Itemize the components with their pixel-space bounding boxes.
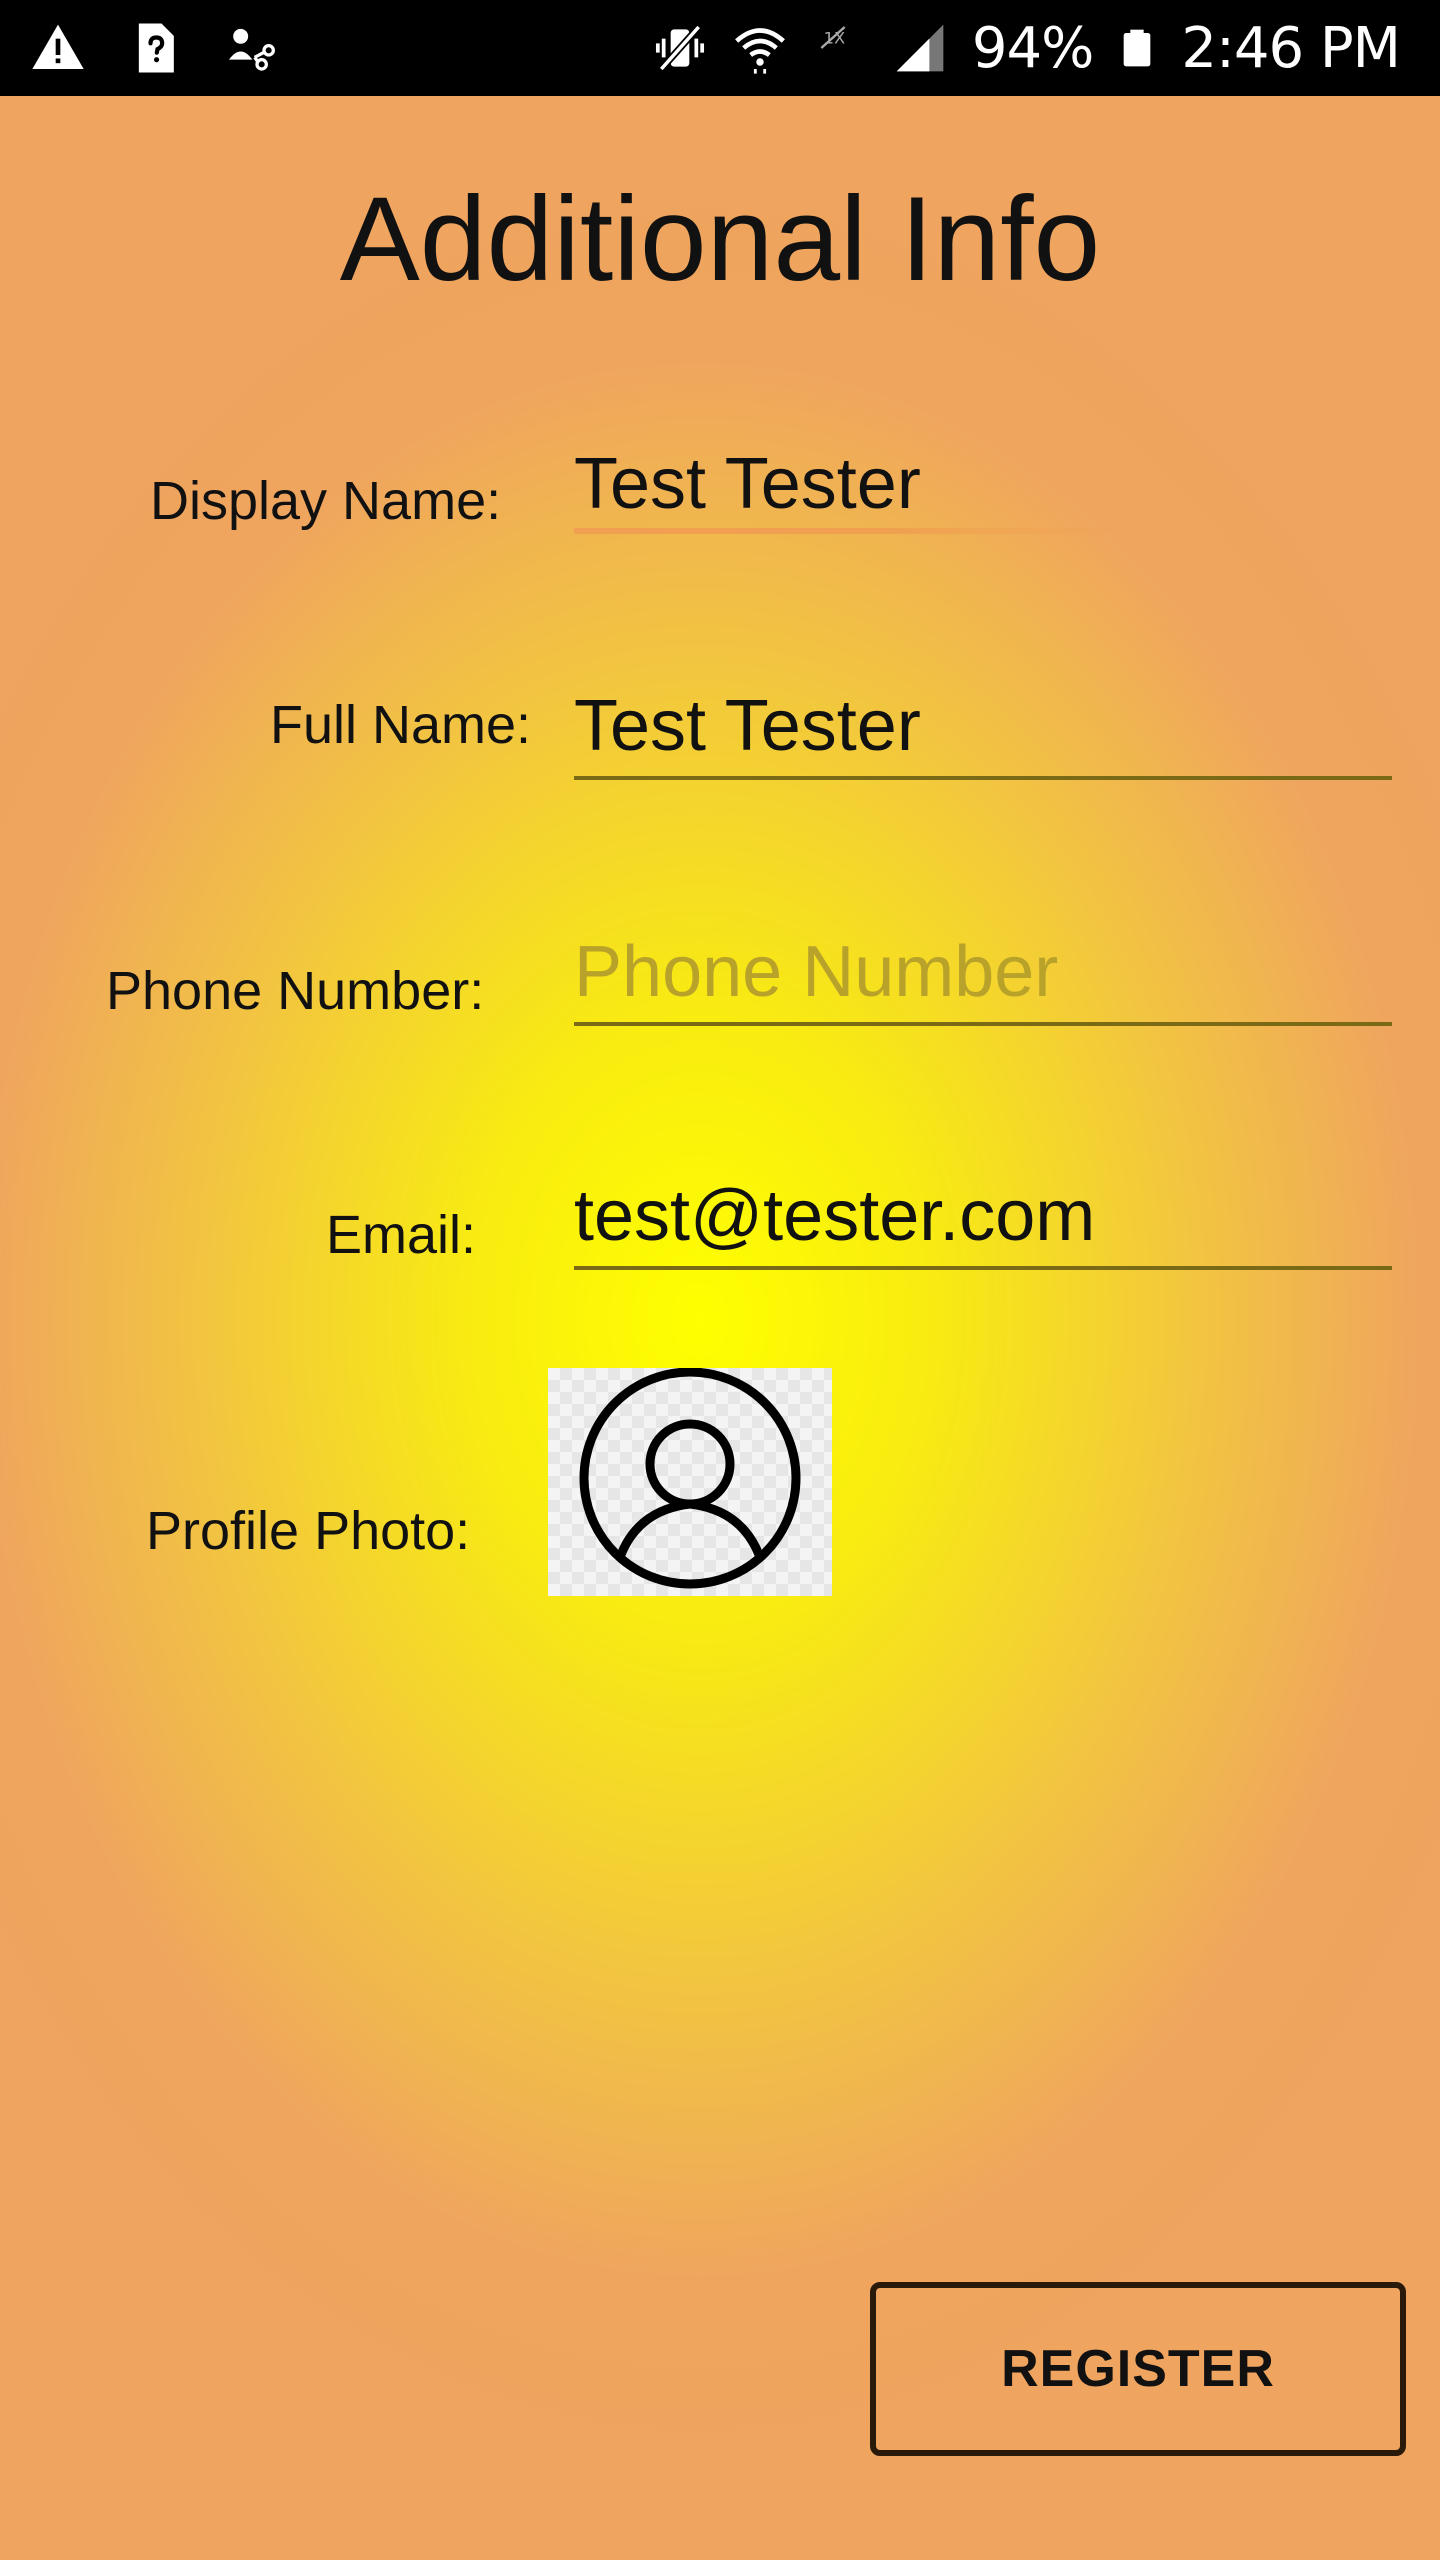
page-title: Additional Info bbox=[339, 172, 1101, 306]
display-name-input[interactable] bbox=[574, 434, 1134, 540]
cell-signal-icon bbox=[896, 24, 944, 72]
full-name-input[interactable] bbox=[574, 676, 1392, 780]
screen: 1X 94% 2:46 PM Additional Info Display N… bbox=[0, 0, 1440, 2560]
user-avatar-icon bbox=[579, 1368, 801, 1589]
phone-number-input[interactable] bbox=[574, 922, 1392, 1026]
warning-icon bbox=[32, 24, 84, 70]
register-button[interactable]: REGISTER bbox=[870, 2282, 1406, 2456]
phone-number-label: Phone Number: bbox=[106, 961, 485, 1021]
profile-photo-picker[interactable] bbox=[548, 1368, 832, 1596]
display-name-label: Display Name: bbox=[150, 471, 502, 531]
battery-icon bbox=[1124, 29, 1151, 67]
unknown-sim-icon bbox=[138, 23, 174, 73]
status-icons-left bbox=[30, 16, 278, 80]
profile-photo-label: Profile Photo: bbox=[146, 1501, 471, 1561]
clock: 2:46 PM bbox=[1181, 15, 1401, 81]
share-icon bbox=[229, 28, 275, 71]
wifi-icon bbox=[734, 28, 785, 74]
full-name-label: Full Name: bbox=[270, 695, 532, 755]
status-icons-right: 1X 94% 2:46 PM bbox=[652, 0, 1401, 96]
vibrate-icon bbox=[655, 24, 704, 72]
email-label: Email: bbox=[326, 1205, 477, 1265]
no-signal-icon: 1X bbox=[820, 26, 846, 49]
battery-percent: 94% bbox=[971, 15, 1094, 81]
email-input[interactable] bbox=[574, 1166, 1392, 1270]
status-bar: 1X 94% 2:46 PM bbox=[0, 0, 1440, 96]
